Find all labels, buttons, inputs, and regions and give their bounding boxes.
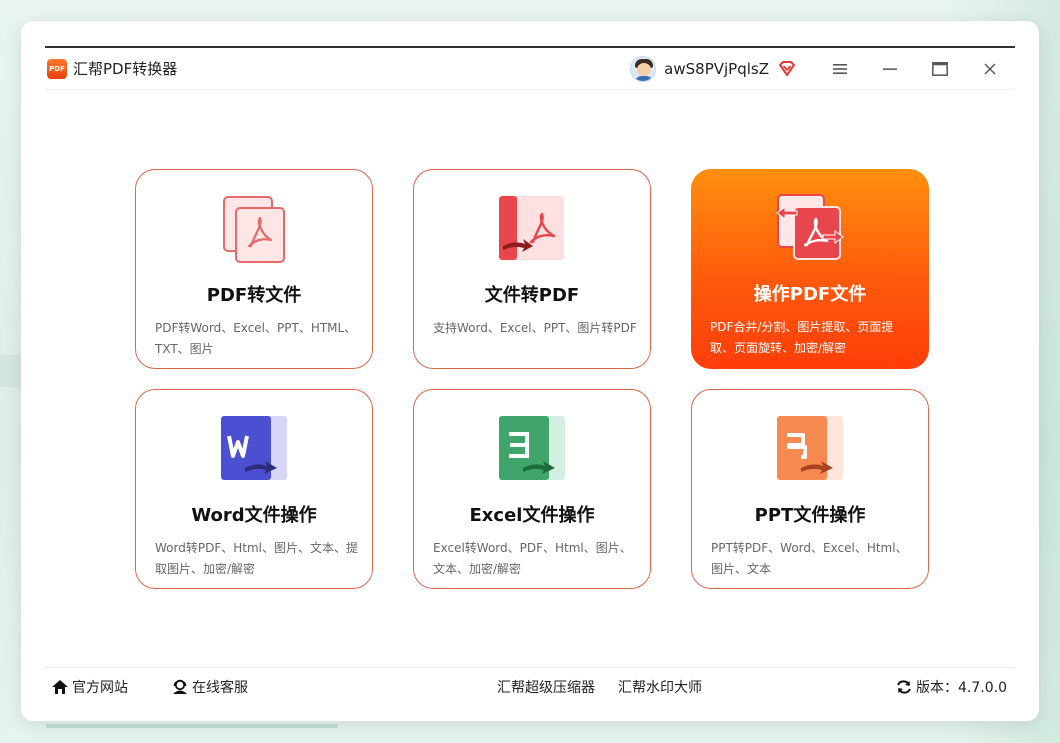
compressor-link[interactable]: 汇帮超级压缩器 (497, 668, 595, 706)
pdf-to-file-icon (223, 196, 285, 263)
card-word[interactable]: Word文件操作 Word转PDF、Html、图片、文本、提取图片、加密/解密 (135, 389, 373, 589)
ppt-icon (777, 416, 843, 480)
version-info[interactable]: 版本：4.7.0.0 (895, 668, 1007, 706)
home-icon (52, 680, 68, 694)
card-file-to-pdf[interactable]: 文件转PDF 支持Word、Excel、PPT、图片转PDF (413, 169, 651, 369)
card-description: PPT转PDF、Word、Excel、Html、图片、文本 (711, 541, 908, 576)
file-to-pdf-icon (499, 196, 564, 260)
app-logo-text: PDF (49, 64, 65, 73)
app-title: 汇帮PDF转换器 (73, 60, 178, 78)
close-button[interactable] (965, 48, 1015, 90)
maximize-button[interactable] (915, 48, 965, 90)
card-ppt[interactable]: PPT文件操作 PPT转PDF、Word、Excel、Html、图片、文本 (691, 389, 929, 589)
version-label: 版本：4.7.0.0 (916, 680, 1007, 696)
card-description: PDF合并/分割、图片提取、页面提取、页面旋转、加密/解密 (710, 320, 894, 355)
card-excel[interactable]: Excel文件操作 Excel转Word、PDF、Html、图片、文本、加密/解… (413, 389, 651, 589)
card-title: 文件转PDF (484, 285, 580, 306)
maximize-icon (932, 62, 948, 76)
card-title: PPT文件操作 (754, 505, 866, 526)
app-logo-icon: PDF (47, 58, 67, 79)
avatar-shirt (634, 76, 655, 81)
customer-service-icon (173, 679, 187, 694)
official-website-link[interactable]: 官方网站 (51, 668, 128, 706)
official-website-label: 官方网站 (72, 680, 128, 696)
avatar-face (637, 63, 652, 76)
card-description: Excel转Word、PDF、Html、图片、文本、加密/解密 (433, 541, 632, 576)
watermark-link[interactable]: 汇帮水印大师 (618, 668, 702, 706)
menu-icon (833, 64, 847, 74)
username[interactable]: awS8PVjPqlsZ (664, 60, 769, 78)
watermark-label: 汇帮水印大师 (618, 680, 702, 696)
operate-pdf-icon (776, 194, 844, 260)
excel-icon (499, 416, 565, 480)
refresh-icon (897, 680, 911, 694)
user-avatar[interactable] (630, 56, 657, 82)
footer-bar: 官方网站 在线客服 汇帮超级压缩器 汇帮水印大师 版本：4.7.0.0 (45, 667, 1015, 705)
card-description: 支持Word、Excel、PPT、图片转PDF (433, 321, 637, 335)
minimize-button[interactable] (865, 48, 915, 90)
card-title: 操作PDF文件 (753, 284, 867, 305)
card-title: PDF转文件 (206, 285, 302, 306)
title-bar: PDF 汇帮PDF转换器 awS8PVjPqlsZ (45, 48, 1015, 90)
card-title: Excel文件操作 (469, 505, 595, 526)
app-window: PDF 汇帮PDF转换器 awS8PVjPqlsZ PDF转文件 PDF转Wor… (21, 21, 1039, 721)
online-support-link[interactable]: 在线客服 (171, 668, 248, 706)
card-pdf-to-file[interactable]: PDF转文件 PDF转Word、Excel、PPT、HTML、TXT、图片 (135, 169, 373, 369)
main-content: PDF转文件 PDF转Word、Excel、PPT、HTML、TXT、图片 文件… (45, 91, 1015, 668)
card-operate-pdf[interactable]: 操作PDF文件 PDF合并/分割、图片提取、页面提取、页面旋转、加密/解密 (691, 169, 929, 369)
vip-diamond-icon[interactable] (777, 59, 797, 79)
card-description: Word转PDF、Html、图片、文本、提取图片、加密/解密 (155, 541, 358, 576)
minimize-icon (883, 68, 897, 70)
title-bar-right: awS8PVjPqlsZ (630, 48, 1015, 90)
close-icon (984, 63, 996, 75)
card-description: PDF转Word、Excel、PPT、HTML、TXT、图片 (155, 321, 357, 356)
card-title: Word文件操作 (191, 505, 317, 526)
word-icon (221, 416, 287, 480)
online-support-label: 在线客服 (192, 680, 248, 696)
compressor-label: 汇帮超级压缩器 (497, 680, 595, 696)
background-decoration-bar (46, 724, 338, 728)
menu-button[interactable] (815, 48, 865, 90)
